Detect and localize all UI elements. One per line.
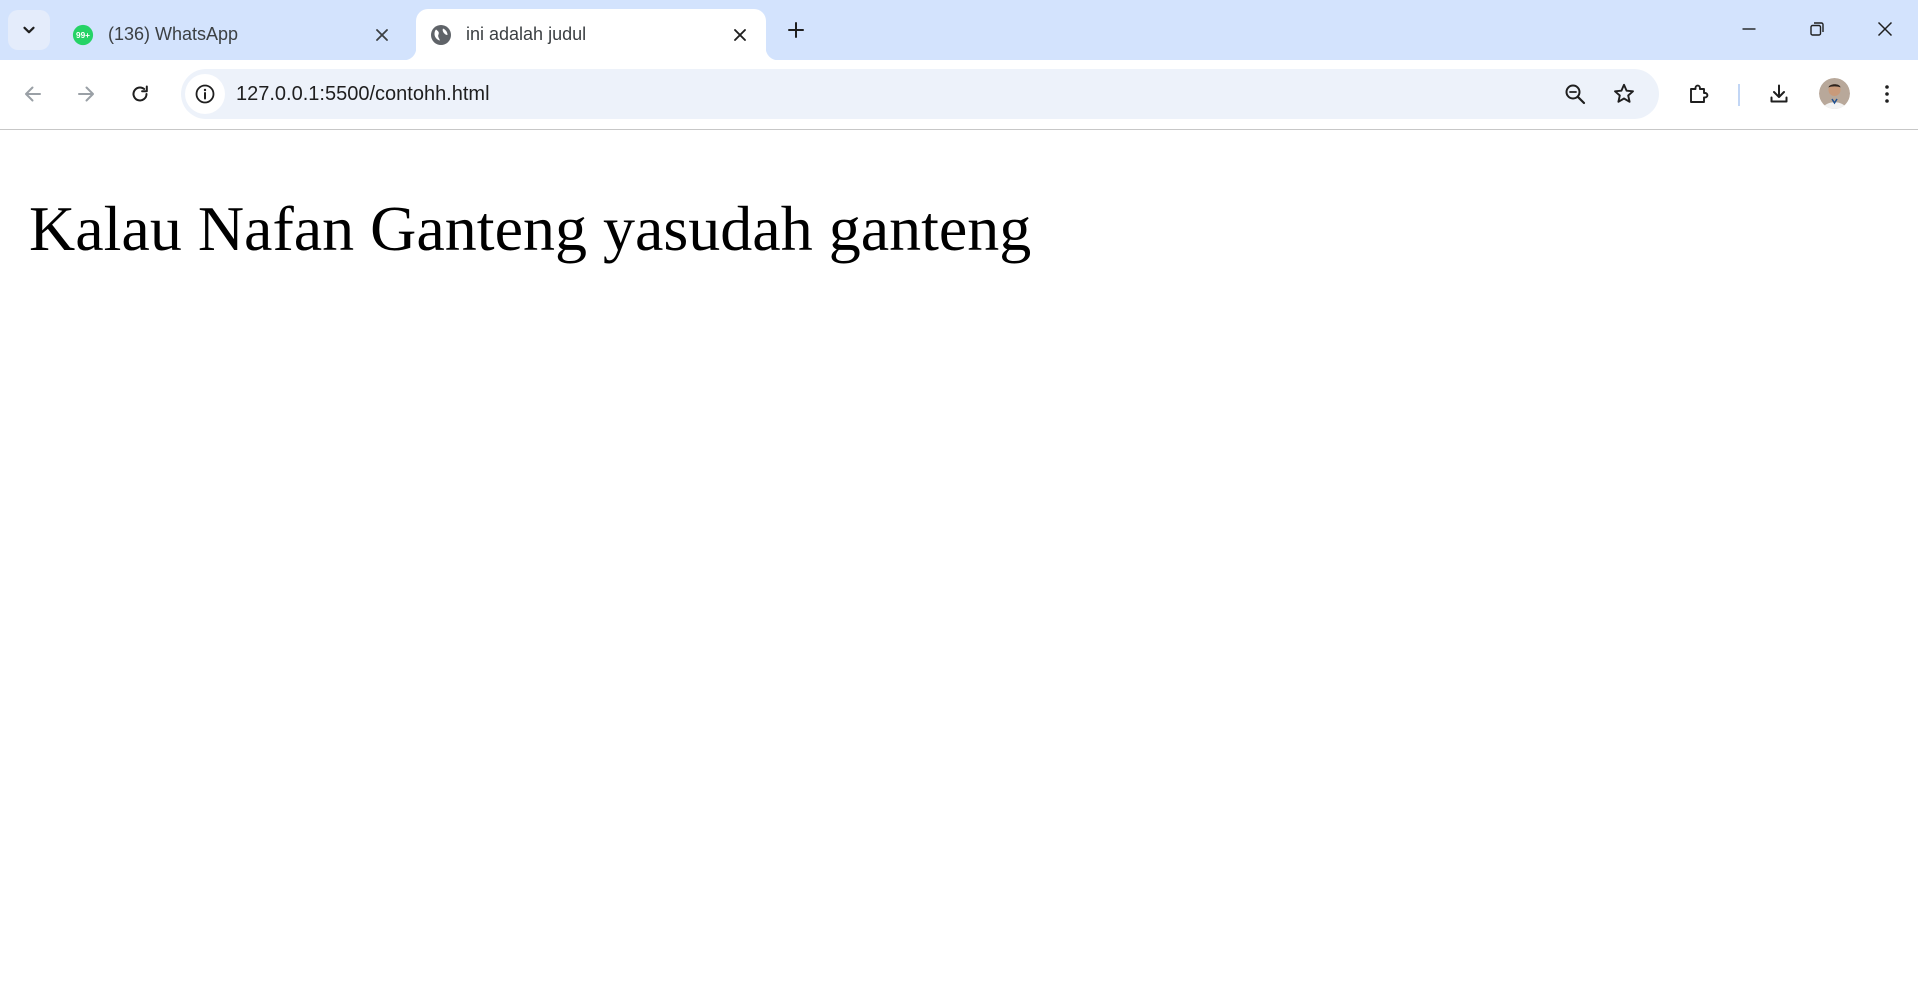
reload-icon — [132, 85, 148, 102]
chevron-down-icon — [23, 26, 35, 34]
reload-button[interactable] — [120, 74, 160, 114]
tab-close-button[interactable] — [368, 21, 396, 49]
close-icon — [1877, 21, 1893, 37]
tab-close-button[interactable] — [726, 21, 754, 49]
forward-button[interactable] — [66, 74, 106, 114]
site-info-button[interactable] — [185, 74, 225, 114]
tab-title: (136) WhatsApp — [108, 24, 239, 44]
close-icon — [376, 28, 388, 41]
forward-arrow-icon — [78, 86, 94, 102]
downloads-button[interactable] — [1759, 74, 1799, 114]
restore-button[interactable] — [1783, 0, 1851, 58]
back-arrow-icon — [25, 86, 41, 102]
tab-whatsapp[interactable]: 99+ (136) WhatsApp — [58, 9, 408, 60]
close-window-button[interactable] — [1851, 0, 1918, 58]
tab-badge: 99+ — [76, 31, 90, 40]
menu-button[interactable] — [1867, 74, 1907, 114]
tab-search-button[interactable] — [8, 10, 50, 50]
star-icon — [1614, 83, 1634, 103]
plus-icon — [788, 22, 804, 38]
back-button[interactable] — [13, 74, 53, 114]
page-heading: Kalau Nafan Ganteng yasudah ganteng — [29, 193, 1032, 264]
minimize-icon — [1742, 28, 1756, 30]
tab-title: ini adalah judul — [466, 24, 587, 44]
zoom-button[interactable] — [1555, 74, 1595, 114]
minimize-button[interactable] — [1715, 0, 1783, 58]
restore-icon — [1810, 22, 1824, 36]
tab-active[interactable]: ini adalah judul — [404, 9, 778, 60]
profile-avatar[interactable] — [1819, 78, 1850, 109]
tab-strip: 99+ (136) WhatsApp ini adalah judul — [0, 0, 1918, 60]
close-icon — [734, 28, 746, 41]
toolbar-divider — [1738, 84, 1740, 106]
bookmark-button[interactable] — [1604, 74, 1644, 114]
info-icon — [195, 84, 215, 104]
avatar-icon — [1819, 78, 1850, 109]
address-bar[interactable] — [181, 69, 1659, 119]
puzzle-icon — [1690, 84, 1709, 103]
new-tab-button[interactable] — [780, 14, 812, 46]
browser-toolbar — [0, 60, 1918, 130]
whatsapp-icon: 99+ — [72, 24, 94, 46]
zoom-out-icon — [1565, 84, 1586, 105]
url-input[interactable] — [236, 69, 1516, 119]
globe-icon — [430, 24, 452, 46]
extensions-button[interactable] — [1679, 74, 1719, 114]
page-content: Kalau Nafan Ganteng yasudah ganteng — [0, 130, 1918, 990]
kebab-menu-icon — [1885, 85, 1889, 103]
download-icon — [1770, 84, 1788, 103]
